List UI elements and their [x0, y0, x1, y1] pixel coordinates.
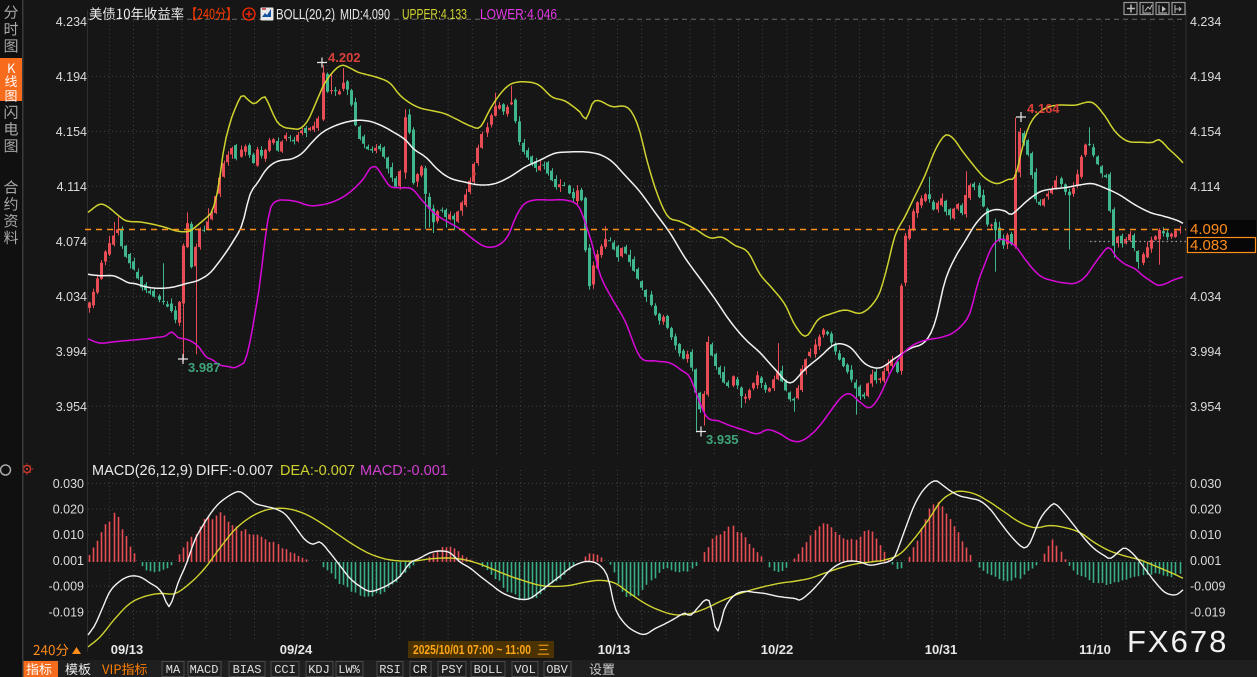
svg-text:DEA:-0.007: DEA:-0.007: [280, 463, 355, 479]
svg-text:-0.019: -0.019: [49, 605, 84, 619]
svg-text:2025/10/01 07:00 ~ 11:00: 2025/10/01 07:00 ~ 11:00: [413, 642, 531, 657]
svg-text:FX678: FX678: [1127, 624, 1228, 659]
svg-text:4.034: 4.034: [1190, 290, 1221, 304]
svg-text:4.114: 4.114: [57, 180, 87, 194]
svg-text:DIFF:-0.007: DIFF:-0.007: [196, 463, 273, 479]
svg-text:4.090: 4.090: [1190, 221, 1228, 238]
svg-text:MACD:-0.001: MACD:-0.001: [360, 463, 448, 479]
svg-text:3.987: 3.987: [188, 360, 221, 375]
svg-text:4.083: 4.083: [1190, 237, 1228, 254]
svg-text:CR: CR: [413, 663, 427, 677]
svg-text:-0.019: -0.019: [1190, 605, 1225, 619]
svg-text:4.234: 4.234: [1190, 15, 1221, 29]
svg-text:0.030: 0.030: [53, 477, 84, 491]
svg-text:10/31: 10/31: [925, 642, 958, 657]
svg-text:-0.009: -0.009: [1190, 580, 1225, 594]
svg-text:4.164: 4.164: [1027, 101, 1060, 116]
svg-text:CCI: CCI: [274, 663, 296, 677]
svg-text:4.194: 4.194: [1190, 70, 1221, 84]
svg-text:PSY: PSY: [441, 663, 463, 677]
svg-text:4.194: 4.194: [56, 70, 87, 84]
svg-text:3.994: 3.994: [56, 345, 87, 359]
svg-text:11/10: 11/10: [1079, 642, 1111, 657]
svg-text:MID:4.090: MID:4.090: [340, 7, 390, 23]
svg-text:3.935: 3.935: [706, 432, 739, 447]
svg-text:UPPER:4.133: UPPER:4.133: [402, 7, 467, 23]
svg-text:MA: MA: [166, 663, 181, 677]
svg-text:4.154: 4.154: [1190, 125, 1221, 139]
svg-text:LW%: LW%: [338, 663, 360, 677]
svg-text:-0.009: -0.009: [49, 580, 84, 594]
svg-text:4.154: 4.154: [56, 125, 87, 139]
svg-text:3.954: 3.954: [56, 400, 87, 414]
svg-text:LOWER:4.046: LOWER:4.046: [480, 7, 557, 23]
svg-text:4.114: 4.114: [1190, 180, 1220, 194]
svg-text:0.010: 0.010: [53, 528, 84, 542]
svg-text:3.954: 3.954: [1190, 400, 1221, 414]
svg-text:0.020: 0.020: [1190, 503, 1221, 517]
svg-text:BIAS: BIAS: [233, 663, 262, 677]
svg-text:0.010: 0.010: [1190, 528, 1221, 542]
svg-text:MACD: MACD: [190, 663, 219, 677]
svg-text:VOL: VOL: [514, 663, 536, 677]
svg-text:4.074: 4.074: [56, 235, 87, 249]
svg-text:4.234: 4.234: [56, 15, 87, 29]
svg-text:3.994: 3.994: [1190, 345, 1221, 359]
svg-text:0.030: 0.030: [1190, 477, 1221, 491]
svg-text:4.202: 4.202: [328, 50, 361, 65]
svg-text:KDJ: KDJ: [308, 663, 330, 677]
svg-text:OBV: OBV: [546, 663, 568, 677]
svg-text:0.020: 0.020: [53, 503, 84, 517]
svg-text:BOLL: BOLL: [474, 663, 503, 677]
svg-text:10/22: 10/22: [761, 642, 794, 657]
svg-text:09/13: 09/13: [111, 642, 144, 657]
svg-text:BOLL(20,2): BOLL(20,2): [276, 7, 335, 23]
svg-text:0.001: 0.001: [53, 554, 84, 568]
svg-text:MACD(26,12,9): MACD(26,12,9): [92, 463, 193, 479]
svg-text:09/24: 09/24: [280, 642, 313, 657]
svg-text:4.034: 4.034: [56, 290, 87, 304]
svg-text:RSI: RSI: [379, 663, 401, 677]
svg-text:10/13: 10/13: [598, 642, 631, 657]
svg-text:0.001: 0.001: [1190, 554, 1221, 568]
